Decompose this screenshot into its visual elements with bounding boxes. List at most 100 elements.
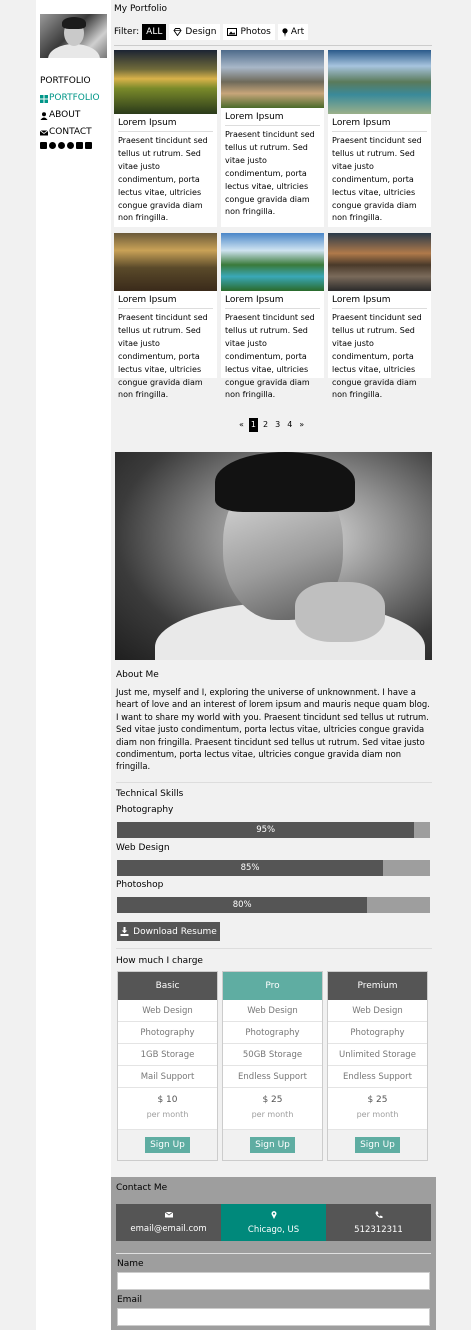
pagination-page-3[interactable]: 3	[273, 418, 282, 432]
filter-design-button[interactable]: Design	[169, 24, 221, 40]
download-icon	[120, 927, 129, 936]
filter-all-button[interactable]: ALL	[142, 24, 167, 40]
sign-up-button[interactable]: Sign Up	[145, 1137, 190, 1153]
profile-photo	[115, 452, 432, 660]
pagination-page-1[interactable]: 1	[248, 418, 258, 432]
contact-section: Contact Me email@email.com Chicago, US 5…	[111, 1177, 436, 1330]
pagination-prev[interactable]: «	[237, 418, 246, 432]
filter-design-label: Design	[185, 27, 217, 37]
contact-email-box[interactable]: email@email.com	[116, 1204, 221, 1241]
pricing-title: How much I charge	[116, 956, 203, 966]
pinterest-icon[interactable]	[67, 142, 74, 149]
name-label: Name	[117, 1259, 144, 1269]
filter-bar: Filter: ALL Design Photos Art	[114, 24, 309, 40]
pricing-plan-basic: Basic Web Design Photography 1GB Storage…	[117, 971, 218, 1161]
sign-up-button[interactable]: Sign Up	[250, 1137, 295, 1153]
plan-feature: Unlimited Storage	[328, 1044, 427, 1066]
twitter-icon[interactable]	[76, 142, 83, 149]
filter-art-button[interactable]: Art	[277, 24, 309, 40]
email-field[interactable]	[117, 1308, 430, 1326]
about-text: Just me, myself and I, exploring the uni…	[116, 687, 430, 772]
left-margin	[0, 0, 36, 1330]
card-divider	[118, 308, 213, 309]
plan-price-period: per month	[251, 1110, 294, 1119]
card-image	[114, 233, 217, 291]
card-caption: Lorem Ipsum	[118, 295, 177, 305]
portfolio-card[interactable]: Lorem Ipsum Praesent tincidunt sed tellu…	[114, 50, 217, 227]
divider	[114, 45, 432, 46]
download-resume-button[interactable]: Download Resume	[117, 922, 220, 941]
sidebar-nav: PORTFOLIO PORTFOLIO ABOUT CONTACT	[40, 73, 100, 149]
pagination-page-2[interactable]: 2	[261, 418, 270, 432]
plan-price-amount: $ 25	[262, 1095, 283, 1105]
plan-name: Basic	[118, 972, 217, 1000]
filter-photos-label: Photos	[240, 27, 271, 37]
grid-icon	[40, 94, 48, 103]
avatar	[40, 14, 107, 58]
plan-name: Premium	[328, 972, 427, 1000]
contact-phone: 512312311	[354, 1224, 403, 1235]
phone-icon	[375, 1211, 382, 1218]
card-divider	[118, 131, 213, 132]
about-title: About Me	[116, 670, 159, 680]
card-text: Praesent tincidunt sed tellus ut rutrum.…	[118, 136, 208, 223]
plan-price-period: per month	[356, 1110, 399, 1119]
contact-location-box[interactable]: Chicago, US	[221, 1204, 326, 1241]
linkedin-icon[interactable]	[85, 142, 92, 149]
card-image	[221, 233, 324, 291]
sidebar-item-label: ABOUT	[49, 110, 81, 120]
card-text: Praesent tincidunt sed tellus ut rutrum.…	[118, 313, 208, 400]
sign-up-button[interactable]: Sign Up	[355, 1137, 400, 1153]
plan-feature: 50GB Storage	[223, 1044, 322, 1066]
portfolio-card[interactable]: Lorem Ipsum Praesent tincidunt sed tellu…	[328, 233, 431, 399]
card-caption: Lorem Ipsum	[118, 118, 177, 128]
plan-feature: 1GB Storage	[118, 1044, 217, 1066]
sidebar-item-label: PORTFOLIO	[49, 93, 100, 103]
pricing-table: Basic Web Design Photography 1GB Storage…	[117, 971, 428, 1161]
contact-phone-box[interactable]: 512312311	[326, 1204, 431, 1241]
plan-price: $ 25 per month	[328, 1088, 427, 1130]
portfolio-card[interactable]: Lorem Ipsum Praesent tincidunt sed tellu…	[221, 50, 324, 227]
photo-icon	[227, 28, 238, 36]
sidebar: PORTFOLIO PORTFOLIO ABOUT CONTACT	[36, 0, 111, 1330]
plan-feature: Web Design	[223, 1000, 322, 1022]
download-resume-label: Download Resume	[133, 926, 217, 937]
card-text: Praesent tincidunt sed tellus ut rutrum.…	[225, 130, 315, 217]
portfolio-card[interactable]: Lorem Ipsum Praesent tincidunt sed tellu…	[114, 233, 217, 399]
sidebar-item-portfolio-heading[interactable]: PORTFOLIO	[40, 73, 100, 90]
sidebar-item-label: PORTFOLIO	[40, 76, 91, 86]
pagination-next[interactable]: »	[297, 418, 306, 432]
portfolio-card[interactable]: Lorem Ipsum Praesent tincidunt sed tellu…	[221, 233, 324, 399]
filter-art-label: Art	[290, 27, 305, 37]
sidebar-item-portfolio[interactable]: PORTFOLIO	[40, 90, 100, 107]
skill-bar-web-design: 85%	[117, 860, 430, 876]
main-content: My Portfolio Filter: ALL Design Photos A…	[111, 0, 436, 1330]
plan-feature: Photography	[328, 1022, 427, 1044]
plan-price-period: per month	[146, 1110, 189, 1119]
facebook-icon[interactable]	[40, 142, 47, 149]
plan-feature: Photography	[118, 1022, 217, 1044]
snapchat-icon[interactable]	[58, 142, 65, 149]
filter-label: Filter:	[114, 27, 140, 37]
divider	[116, 1253, 431, 1254]
name-field[interactable]	[117, 1272, 430, 1290]
page-title: My Portfolio	[114, 4, 167, 14]
portfolio-card[interactable]: Lorem Ipsum Praesent tincidunt sed tellu…	[328, 50, 431, 227]
skills-title: Technical Skills	[116, 789, 184, 799]
sidebar-item-about[interactable]: ABOUT	[40, 107, 100, 124]
map-marker-icon	[282, 27, 288, 37]
envelope-icon	[40, 129, 48, 135]
instagram-icon[interactable]	[49, 142, 56, 149]
skill-bar-fill: 95%	[117, 822, 415, 838]
sidebar-item-contact[interactable]: CONTACT	[40, 124, 100, 141]
pagination-page-4[interactable]: 4	[285, 418, 294, 432]
plan-feature: Endless Support	[328, 1066, 427, 1088]
skill-label: Photoshop	[116, 880, 164, 890]
card-divider	[332, 131, 427, 132]
skill-bar-fill: 80%	[117, 897, 368, 913]
user-icon	[40, 111, 48, 120]
filter-photos-button[interactable]: Photos	[223, 24, 275, 40]
plan-price-amount: $ 10	[157, 1095, 178, 1105]
skill-bar-fill: 85%	[117, 860, 384, 876]
pagination: « 1 2 3 4 »	[237, 418, 306, 432]
